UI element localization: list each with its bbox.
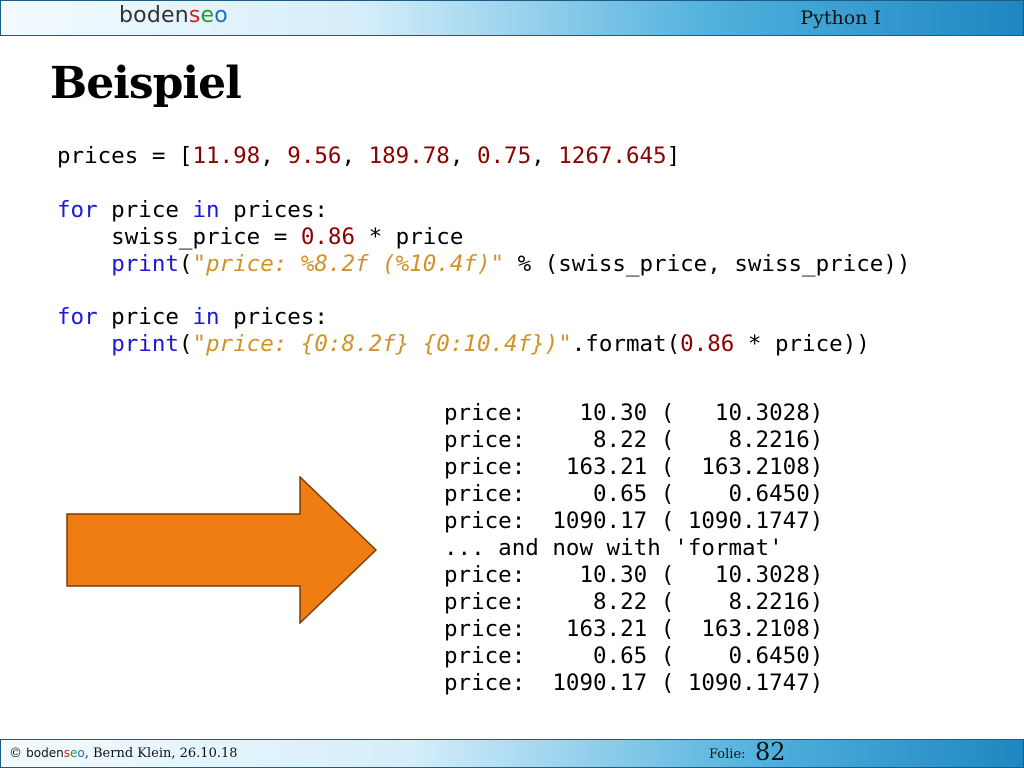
output-line: price: 8.22 ( 8.2216): [444, 589, 824, 615]
course-title: Python I: [800, 7, 881, 29]
code-block: prices = [11.98, 9.56, 189.78, 0.75, 126…: [57, 143, 910, 358]
output-line: price: 1090.17 ( 1090.1747): [444, 670, 824, 696]
output-line: price: 10.30 ( 10.3028): [444, 562, 824, 588]
code-line-for-1: for price in prices:: [57, 196, 328, 223]
output-line: price: 1090.17 ( 1090.1747): [444, 508, 824, 534]
output-line: ... and now with 'format': [444, 535, 783, 561]
output-line: price: 8.22 ( 8.2216): [444, 427, 824, 453]
code-line-print-2: print("price: {0:8.2f} {0:10.4f})".forma…: [111, 331, 870, 358]
output-line: price: 163.21 ( 163.2108): [444, 454, 824, 480]
slide-number-label: Folie:: [709, 747, 746, 762]
output-line: price: 0.65 ( 0.6450): [444, 481, 824, 507]
code-line-for-2: for price in prices:: [57, 304, 328, 331]
output-line: price: 163.21 ( 163.2108): [444, 616, 824, 642]
bodenseo-logo: bodenseo: [119, 3, 228, 28]
arrow-right-icon: [66, 476, 378, 624]
arrow-shape: [66, 476, 378, 624]
header-bar: bodenseo Python I: [0, 0, 1024, 36]
footer-credit: © bodenseo, Bernd Klein, 26.10.18: [9, 746, 238, 761]
program-output: price: 10.30 ( 10.3028) price: 8.22 ( 8.…: [444, 400, 823, 697]
slide-number: 82: [755, 738, 786, 766]
slide-title: Beispiel: [50, 58, 242, 109]
code-line-assign: swiss_price = 0.86 * price: [57, 223, 464, 250]
output-line: price: 10.30 ( 10.3028): [444, 400, 824, 426]
code-line-print-1: print("price: %8.2f (%10.4f)" % (swiss_p…: [111, 250, 911, 277]
code-line-prices: prices = [11.98, 9.56, 189.78, 0.75, 126…: [57, 143, 681, 169]
footer-bar: © bodenseo, Bernd Klein, 26.10.18 Folie:…: [0, 738, 1024, 768]
output-line: price: 0.65 ( 0.6450): [444, 643, 824, 669]
footer-brand: bodenseo: [26, 746, 85, 760]
